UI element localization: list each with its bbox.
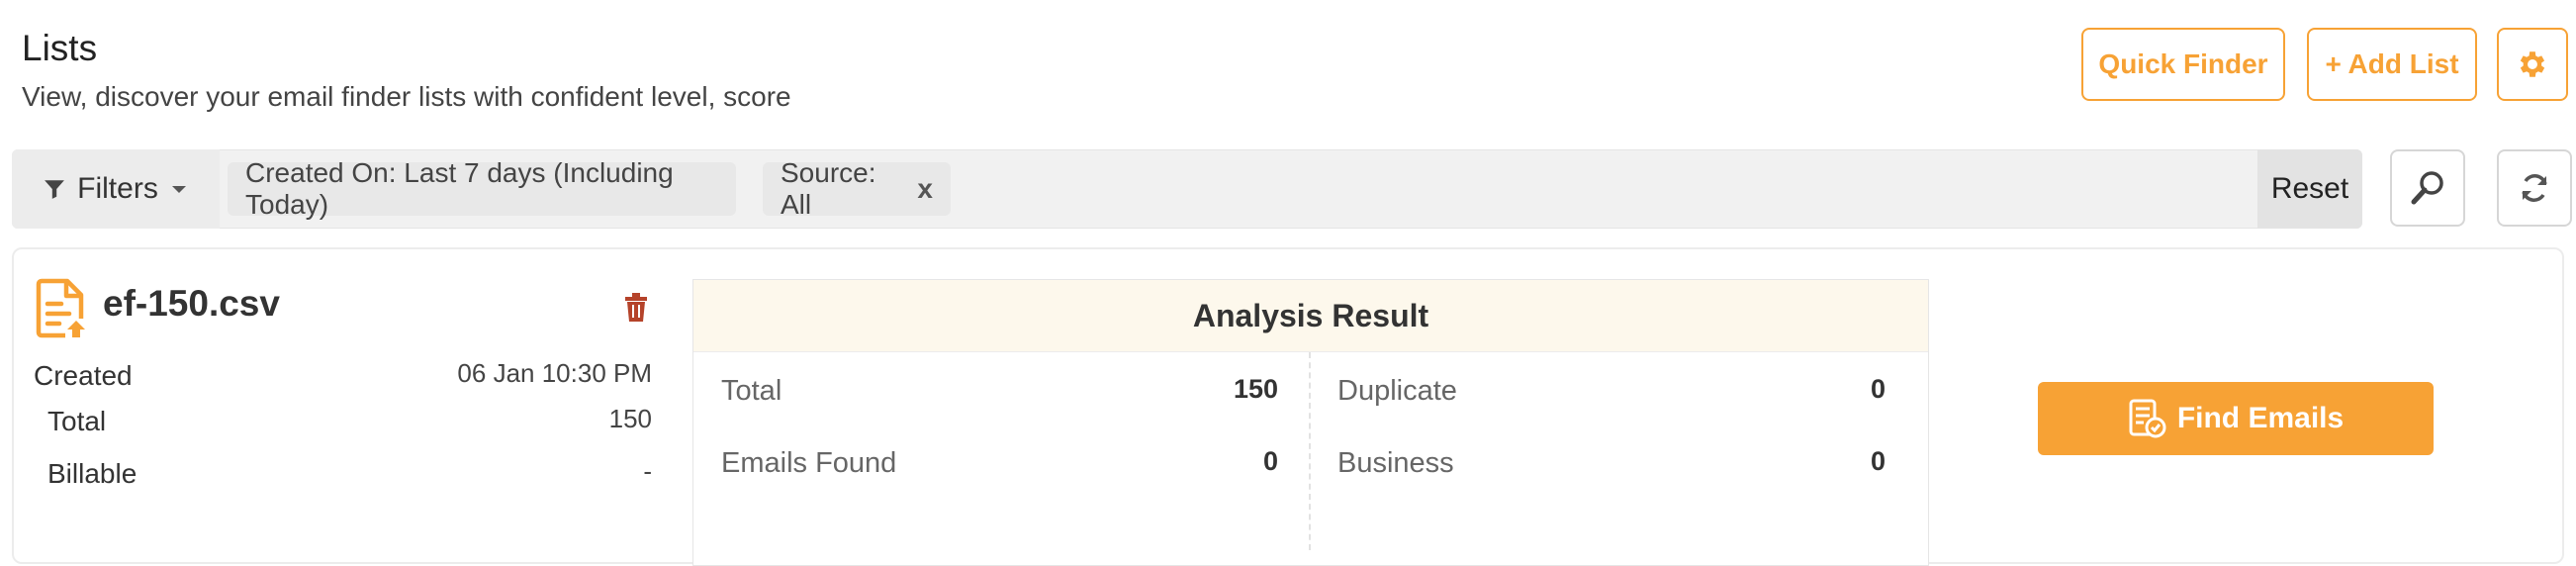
delete-list-button[interactable] (623, 293, 649, 328)
list-file-name[interactable]: ef-150.csv (103, 283, 280, 325)
analysis-total-value: 150 (1233, 374, 1278, 404)
page-title: Lists (22, 28, 98, 68)
duplicate-value: 0 (1870, 374, 1886, 404)
remove-filter-icon[interactable]: x (917, 173, 933, 205)
page-subtitle: View, discover your email finder lists w… (22, 81, 791, 112)
quick-finder-button[interactable]: Quick Finder (2081, 28, 2285, 101)
csv-file-icon (36, 277, 91, 343)
caret-down-icon (171, 186, 186, 193)
filters-button[interactable]: Filters (12, 149, 220, 229)
filter-chip-label: Created On: Last 7 days (Including Today… (245, 157, 674, 220)
duplicate-label: Duplicate (1337, 375, 1457, 407)
created-label: Created (34, 360, 133, 391)
refresh-icon (2522, 174, 2547, 202)
find-emails-icon (2129, 399, 2166, 438)
filter-chip-source[interactable]: Source: All x (763, 157, 951, 220)
filter-icon (45, 180, 65, 199)
reset-button[interactable]: Reset (2257, 149, 2362, 229)
refresh-button[interactable] (2497, 149, 2572, 227)
emails-found-label: Emails Found (721, 447, 897, 479)
filter-chip-label: Source: All (781, 157, 876, 220)
search-icon (2411, 171, 2443, 205)
emails-found-value: 0 (1262, 446, 1278, 476)
billable-value: - (643, 456, 652, 486)
analysis-total-label: Total (721, 375, 782, 407)
total-label: Total (47, 406, 107, 436)
analysis-divider (1309, 352, 1311, 550)
analysis-title: Analysis Result (693, 280, 1928, 352)
find-emails-button[interactable]: Find Emails (2038, 382, 2434, 455)
trash-icon (625, 293, 647, 322)
billable-label: Billable (47, 458, 138, 489)
add-list-button[interactable]: + Add List (2307, 28, 2477, 101)
business-value: 0 (1870, 446, 1886, 476)
find-emails-label: Find Emails (2176, 402, 2345, 434)
filters-label: Filters (77, 172, 158, 205)
business-label: Business (1337, 447, 1454, 479)
total-value: 150 (608, 404, 652, 433)
settings-button[interactable] (2497, 28, 2568, 101)
gear-icon (2520, 51, 2545, 77)
search-button[interactable] (2390, 149, 2465, 227)
created-value: 06 Jan 10:30 PM (457, 358, 652, 388)
filter-chip-created-on[interactable]: Created On: Last 7 days (Including Today… (228, 157, 736, 220)
